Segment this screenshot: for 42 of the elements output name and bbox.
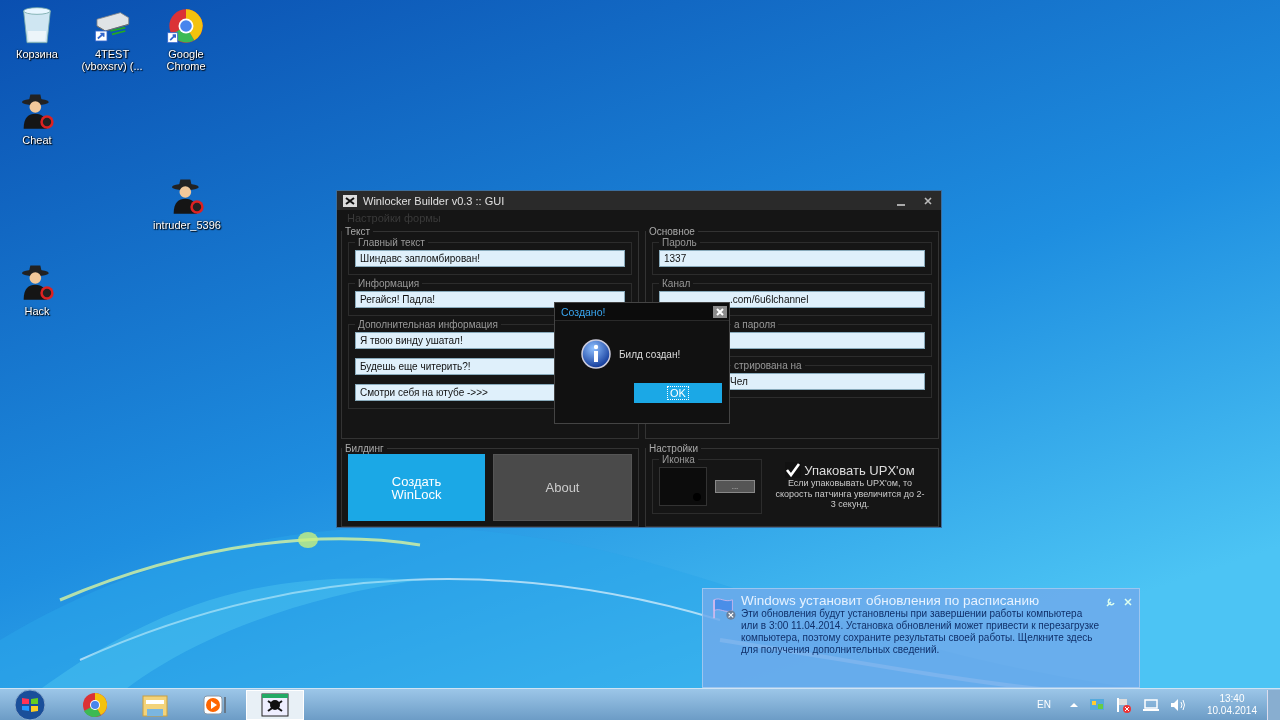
close-icon[interactable]: [923, 195, 933, 206]
section-title: Текст: [344, 226, 372, 237]
icon-label[interactable]: Hack: [24, 305, 50, 317]
field-label: Главный текст: [357, 237, 426, 248]
window-title: Winlocker Builder v0.3 :: GUI: [363, 194, 505, 207]
notification-text[interactable]: Эти обновления будут установлены при завершении работы компьютера или в 3:00 11.04.2014. Установка обновлений может привести к перезагрузке компьютера, поэтому сохраните результаты своей работы. Щелкните здесь для получения дополнительных сведений.: [741, 608, 1101, 656]
action-center-flag-icon[interactable]: [1114, 696, 1132, 713]
text-field[interactable]: Шиндавс запломбирован!: [355, 250, 625, 267]
field-label: Иконка: [662, 454, 695, 465]
skull-app-icon: [260, 690, 290, 719]
chrome-icon: [80, 690, 110, 719]
icon-label[interactable]: intruder_5396: [153, 219, 221, 231]
text-field[interactable]: Регайся! Падла!: [355, 291, 625, 308]
text-field[interactable]: .com/6u6lchannel: [659, 291, 925, 308]
taskbar-button[interactable]: [246, 689, 304, 720]
field-label: стрирована на: [733, 360, 803, 371]
minimize-icon[interactable]: [897, 203, 905, 206]
dialog-title: Создано!: [561, 305, 606, 318]
text-field[interactable]: 1337: [659, 250, 925, 267]
section-title: Билдинг: [344, 443, 385, 454]
icon-label[interactable]: Корзина: [16, 48, 58, 60]
dialog-message: Билд создан!: [619, 348, 681, 360]
icon-label[interactable]: Google Chrome: [148, 48, 224, 72]
hint-text: Если упаковывать UPX'ом, то скорость патчинга увеличится до 2-3 секунд.: [775, 478, 925, 510]
icon-preview: [659, 467, 707, 506]
info-icon: [581, 339, 611, 369]
checkbox[interactable]: [785, 462, 802, 478]
about-button[interactable]: About: [493, 454, 632, 521]
section-title: Основное: [648, 226, 696, 237]
browse-button[interactable]: ...: [715, 480, 755, 493]
field-label: Канал: [661, 278, 692, 289]
close-icon[interactable]: [713, 305, 727, 318]
icon-label[interactable]: 4TEST (vboxsrv) (...: [74, 48, 150, 72]
icon-label[interactable]: Cheat: [22, 134, 52, 146]
field-label: а пароля: [733, 319, 777, 330]
section-title: Настройки: [648, 443, 700, 454]
start-button[interactable]: [12, 688, 48, 720]
field-label: Пароль: [661, 237, 698, 248]
field-label: Дополнительная информация: [357, 319, 499, 330]
field-label: Информация: [357, 278, 421, 289]
chrome-icon[interactable]: [166, 6, 206, 46]
network-icon[interactable]: [1141, 697, 1160, 712]
